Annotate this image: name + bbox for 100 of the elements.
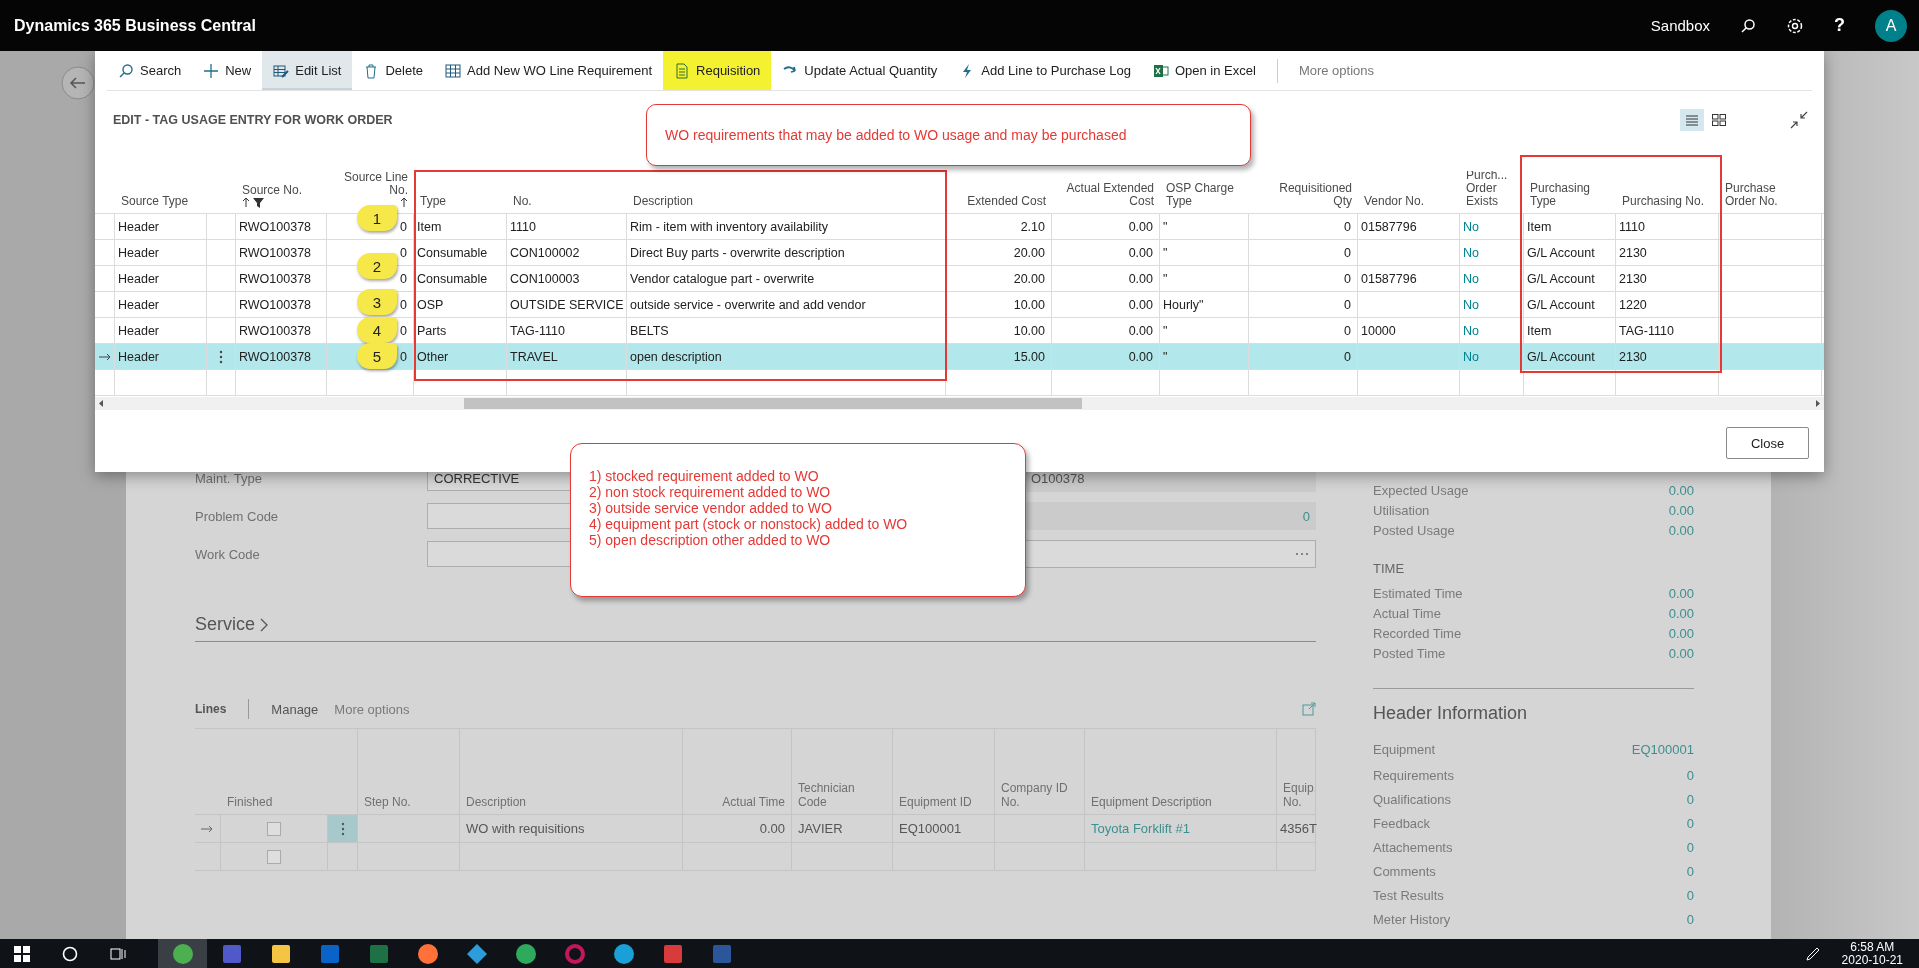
table-cell: No	[1463, 297, 1479, 312]
table-cell: 0	[400, 271, 407, 286]
table-cell: 0	[1344, 349, 1351, 364]
table-cell: 1110	[1619, 219, 1645, 234]
table-cell: No	[1463, 219, 1479, 234]
table-cell: Toyota Forklift #1	[1091, 821, 1190, 836]
factbox-label: Attachements	[1373, 839, 1453, 855]
table-cell: 20.00	[1013, 245, 1045, 260]
number-balloon: 4	[357, 317, 397, 343]
table-cell: No	[1463, 245, 1479, 260]
factbox-label: Posted Usage	[1373, 522, 1455, 538]
dialog-title: EDIT - TAG USAGE ENTRY FOR WORK ORDER	[113, 113, 393, 127]
factbox-label: Qualifications	[1373, 791, 1452, 807]
factbox-label: Actual Time	[1373, 605, 1441, 621]
table-cell: 0	[1344, 271, 1351, 286]
table-cell: Item	[1527, 219, 1552, 234]
factbox-label: Comments	[1373, 863, 1436, 879]
table-cell: RWO100378	[239, 323, 312, 338]
table-cell: "	[1163, 271, 1168, 286]
table-cell: 2130	[1619, 349, 1647, 364]
table-cell: Consumable	[417, 271, 488, 286]
table-cell: Header	[118, 245, 159, 260]
column-header: Equipment Description	[1091, 795, 1212, 809]
table-cell: 0.00	[1128, 271, 1153, 286]
table-cell: Item	[417, 219, 442, 234]
annotation-line: 1) stocked requirement added to WO	[589, 468, 820, 484]
table-cell: OUTSIDE SERVICE	[510, 297, 624, 312]
table-cell: Item	[1527, 323, 1552, 338]
table-cell: 0	[400, 297, 407, 312]
table-cell: RWO100378	[239, 219, 312, 234]
table-cell: 1220	[1619, 297, 1647, 312]
table-cell: 1110	[510, 219, 536, 234]
number-balloon: 2	[357, 253, 397, 279]
table-cell: 0	[400, 349, 407, 364]
table-cell: 10.00	[1013, 297, 1045, 312]
column-header: Equipment ID	[899, 795, 972, 809]
table-cell: TAG-1110	[510, 323, 565, 338]
table-cell: "	[1163, 245, 1168, 260]
table-cell: Hourly"	[1163, 297, 1204, 312]
table-cell: 0	[1344, 297, 1351, 312]
factbox-label: Requirements	[1373, 767, 1454, 783]
table-cell: "	[1163, 219, 1168, 234]
table-cell: 0	[400, 219, 407, 234]
table-cell: CON100003	[510, 271, 580, 286]
table-cell: 0	[1344, 245, 1351, 260]
table-cell: 0.00	[1128, 297, 1153, 312]
table-cell: "	[1163, 323, 1168, 338]
table-cell: No	[1463, 271, 1479, 286]
table-cell: 0	[1344, 323, 1351, 338]
table-cell: G/L Account	[1527, 245, 1595, 260]
table-cell: 2.10	[1020, 219, 1045, 234]
factbox-label: Estimated Time	[1373, 585, 1463, 601]
column-header: Description	[466, 795, 527, 809]
table-cell: G/L Account	[1527, 349, 1595, 364]
column-header: Actual Time	[722, 795, 785, 809]
table-cell: Header	[118, 349, 159, 364]
factbox-label: Equipment	[1373, 741, 1436, 757]
table-cell: 10000	[1361, 323, 1396, 338]
table-cell: Vendor catalogue part - overwrite	[630, 271, 815, 286]
table-cell: 2130	[1619, 271, 1647, 286]
factbox-label: Meter History	[1373, 911, 1451, 927]
environment-label: Sandbox	[1650, 17, 1710, 34]
number-balloon: 3	[357, 289, 397, 315]
table-cell: RWO100378	[239, 349, 312, 364]
table-cell: 10.00	[1013, 323, 1045, 338]
lines-title: Lines	[195, 702, 227, 716]
app-title: Dynamics 365 Business Central	[14, 16, 256, 35]
table-cell: 15.00	[1013, 349, 1045, 364]
field-label: Maint. Type	[195, 470, 263, 486]
table-cell: Header	[118, 219, 159, 234]
table-cell: Header	[118, 271, 159, 286]
number-balloon: 1	[357, 205, 397, 231]
field-label: Work Code	[195, 546, 261, 562]
number-balloon: 5	[357, 343, 397, 369]
table-cell: TRAVEL	[510, 349, 558, 364]
annotation-line: 4) equipment part (stock or nonstock) added to WO	[589, 516, 909, 532]
table-cell: RWO100378	[239, 297, 312, 312]
table-cell: 2130	[1619, 245, 1647, 260]
table-cell: G/L Account	[1527, 297, 1595, 312]
table-cell: JAVIER	[798, 821, 843, 836]
table-cell: TAG-1110	[1619, 323, 1674, 338]
column-header: Equip. No.	[1283, 781, 1315, 809]
table-cell: No	[1463, 323, 1479, 338]
factbox-label: Utilisation	[1373, 502, 1430, 518]
annotation-line: 5) open description other added to WO	[589, 532, 832, 548]
factbox-label: Posted Time	[1373, 645, 1446, 661]
table-cell: Other	[417, 349, 449, 364]
table-cell: OSP	[417, 297, 444, 312]
table-cell: 01587796	[1361, 271, 1417, 286]
table-cell: RWO100378	[239, 245, 312, 260]
table-cell: 0.00	[1128, 349, 1153, 364]
table-cell: EQ100001	[899, 821, 962, 836]
annotation-tooltip: WO requirements that may be added to WO usage and may be purchased	[646, 104, 1251, 166]
table-cell: Header	[118, 297, 159, 312]
table-cell: G/L Account	[1527, 271, 1595, 286]
table-cell: CON100002	[510, 245, 580, 260]
table-cell: "	[1163, 349, 1168, 364]
table-cell: 0	[400, 245, 407, 260]
table-cell: 0.00	[1128, 323, 1153, 338]
table-cell: open description	[630, 349, 722, 364]
